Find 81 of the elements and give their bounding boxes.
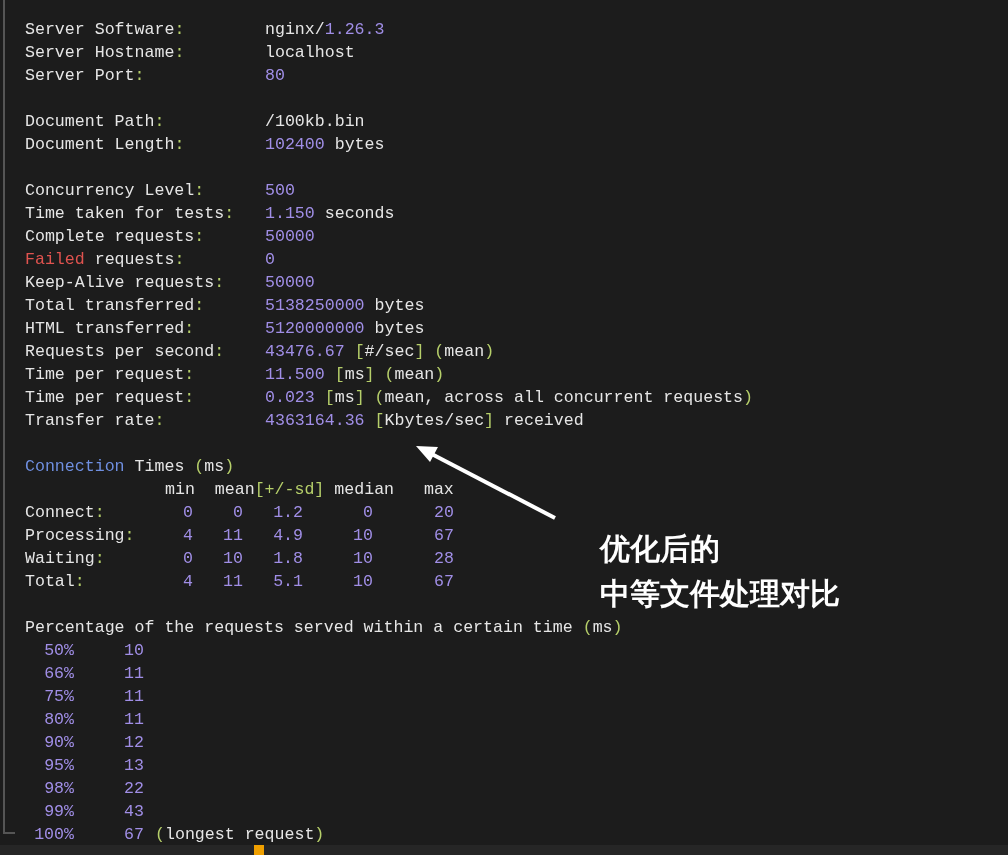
- percentile-value: 43: [123, 801, 144, 823]
- table-cell-text: 28: [433, 548, 454, 570]
- field-label: Requests per second:: [25, 341, 226, 363]
- table-cell-text: 4: [182, 525, 193, 547]
- field-value: /100kb.bin: [265, 111, 365, 133]
- field-label: Time taken for tests:: [25, 203, 236, 225]
- percentile-value: 11: [123, 709, 144, 731]
- percentile-label: 98%: [43, 778, 74, 800]
- field-value: 1.150 seconds: [265, 203, 395, 225]
- field-value: 43476.67 [#/sec] (mean): [265, 341, 495, 363]
- row-label: Processing:: [25, 525, 136, 547]
- field-label: Transfer rate:: [25, 410, 166, 432]
- field-label: HTML transferred:: [25, 318, 196, 340]
- field-label: Failed requests:: [25, 249, 186, 271]
- field-value: 5120000000 bytes: [265, 318, 425, 340]
- table-cell-text: 0: [182, 502, 193, 524]
- percentile-label: 50%: [43, 640, 74, 662]
- field-value: 11.500 [ms] (mean): [265, 364, 445, 386]
- table-cell-text: 10: [222, 548, 244, 570]
- table-cell-text: 5.1: [272, 571, 304, 593]
- field-value: 50000: [265, 226, 315, 248]
- table-cell-text: 10: [352, 571, 374, 593]
- field-value: 4363164.36 [Kbytes/sec] received: [265, 410, 584, 432]
- field-label: Server Port:: [25, 65, 146, 87]
- field-value: 80: [265, 65, 285, 87]
- table-cell-text: 10: [352, 548, 374, 570]
- field-value: 0: [265, 249, 275, 271]
- table-cell-text: 4: [182, 571, 193, 593]
- section-heading: Connection Times (ms): [25, 456, 235, 478]
- percentile-value: 67: [123, 824, 144, 846]
- field-label: Complete requests:: [25, 226, 206, 248]
- table-cell-text: 11: [222, 571, 244, 593]
- annotation-text: 优化后的: [600, 530, 721, 568]
- table-cell-text: 0: [362, 502, 374, 524]
- percentile-label: 100%: [33, 824, 74, 846]
- row-label: Total:: [25, 571, 86, 593]
- field-label: Time per request:: [25, 364, 196, 386]
- table-cell-text: 10: [352, 525, 374, 547]
- field-value: localhost: [265, 42, 355, 64]
- row-label: Waiting:: [25, 548, 106, 570]
- percentile-value: 10: [123, 640, 144, 662]
- table-cell-text: 0: [232, 502, 244, 524]
- field-value: 5138250000 bytes: [265, 295, 425, 317]
- field-value: 500: [265, 180, 295, 202]
- table-cell-text: 4.9: [272, 525, 304, 547]
- field-label: Server Software:: [25, 19, 186, 41]
- percentile-value: 22: [123, 778, 144, 800]
- percentile-label: 80%: [43, 709, 74, 731]
- row-label: Connect:: [25, 502, 106, 524]
- percentile-note: (longest request): [155, 824, 325, 846]
- table-cell-text: 20: [433, 502, 454, 524]
- percentile-value: 11: [123, 663, 144, 685]
- percentile-value: 12: [123, 732, 144, 754]
- field-value: 102400 bytes: [265, 134, 385, 156]
- percentile-value: 13: [123, 755, 144, 777]
- table-cell-text: 67: [433, 525, 454, 547]
- field-label: Time per request:: [25, 387, 196, 409]
- field-label: Total transferred:: [25, 295, 206, 317]
- section-heading: Percentage of the requests served within a certain time (ms): [25, 617, 623, 639]
- annotation-text: 中等文件处理对比: [600, 575, 840, 613]
- table-cell-text: 0: [182, 548, 193, 570]
- table-cell-text: 1.2: [272, 502, 304, 524]
- field-label: Server Hostname:: [25, 42, 186, 64]
- percentile-value: 11: [123, 686, 144, 708]
- table-cell-text: 1.8: [272, 548, 304, 570]
- percentile-label: 66%: [43, 663, 74, 685]
- field-label: Document Path:: [25, 111, 166, 133]
- field-label: Document Length:: [25, 134, 186, 156]
- field-value: 0.023 [ms] (mean, across all concurrent requests): [265, 387, 753, 409]
- field-value: 50000: [265, 272, 315, 294]
- column-headers: min mean[+/-sd] median max: [165, 479, 454, 501]
- percentile-label: 99%: [43, 801, 74, 823]
- field-label: Concurrency Level:: [25, 180, 206, 202]
- percentile-label: 75%: [43, 686, 74, 708]
- field-value: nginx/1.26.3: [265, 19, 385, 41]
- percentile-label: 95%: [43, 755, 74, 777]
- table-cell-text: 67: [433, 571, 454, 593]
- cursor: [254, 845, 264, 855]
- table-cell-text: 11: [222, 525, 244, 547]
- percentile-label: 90%: [43, 732, 74, 754]
- field-label: Keep-Alive requests:: [25, 272, 226, 294]
